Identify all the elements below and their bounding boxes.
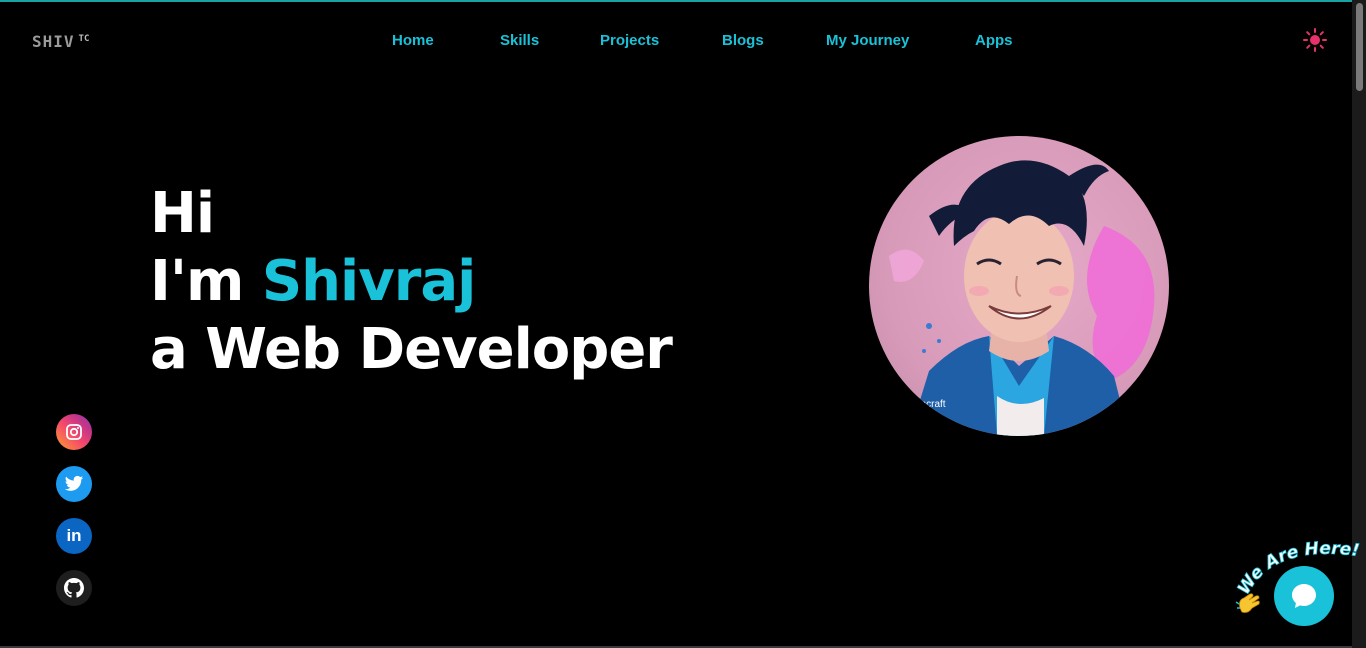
twitter-link[interactable] [56,466,92,502]
logo-superscript: TC [78,34,90,44]
nav-blogs[interactable]: Blogs [722,32,764,49]
social-links: in [56,414,92,622]
nav-apps[interactable]: Apps [975,32,1013,49]
nav-projects[interactable]: Projects [600,32,659,49]
nav-home[interactable]: Home [392,32,434,49]
avatar-watermark: encraft [915,399,946,410]
site-logo[interactable]: SHIV TC [32,32,89,51]
avatar-illustration: encraft [869,136,1169,436]
sun-icon [1303,28,1327,52]
instagram-icon [66,424,82,440]
waving-hand-icon [1235,593,1260,613]
hero-name: Shivraj [261,249,476,314]
hero-name-prefix: I'm [150,249,262,314]
top-accent-bar [0,0,1366,2]
profile-avatar: encraft [869,136,1169,436]
twitter-icon [64,475,84,491]
github-icon [64,578,84,598]
nav-skills[interactable]: Skills [500,32,539,49]
chat-open-button[interactable] [1274,566,1334,626]
logo-text: SHIV [32,32,75,51]
scrollbar-thumb[interactable] [1356,3,1363,91]
hero-intro: Hi I'm Shivraj a Web Developer [150,180,673,384]
chat-bubble-icon [1292,584,1316,608]
linkedin-link[interactable]: in [56,518,92,554]
nav-my-journey[interactable]: My Journey [826,32,909,49]
instagram-link[interactable] [56,414,92,450]
github-link[interactable] [56,570,92,606]
hero-greeting: Hi [150,181,215,246]
hero-name-line: I'm Shivraj [150,248,672,316]
hero-role: a Web Developer [150,317,673,382]
theme-toggle-button[interactable] [1302,27,1328,53]
linkedin-icon: in [66,526,82,545]
